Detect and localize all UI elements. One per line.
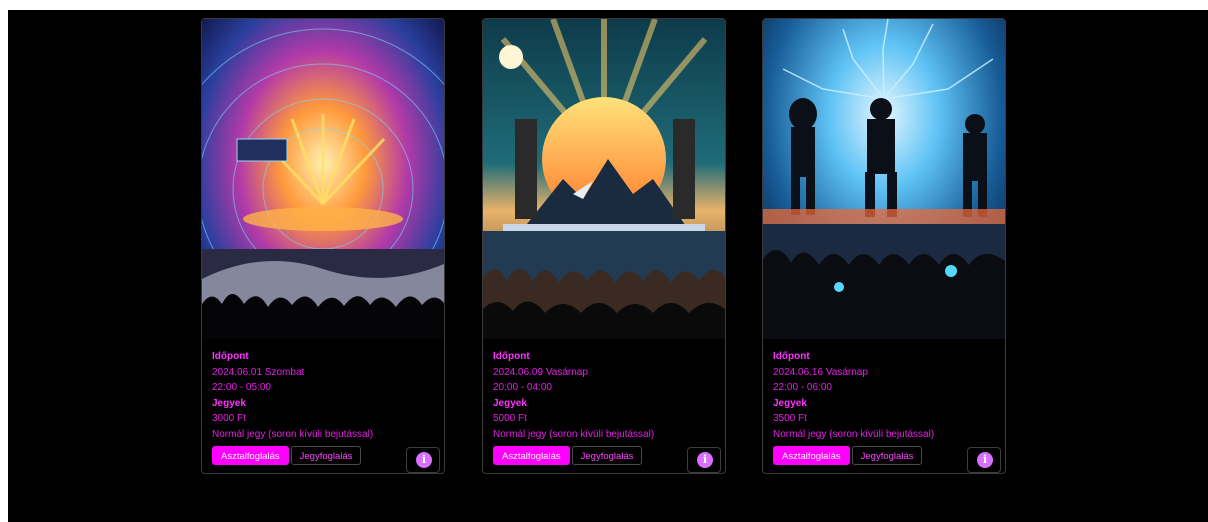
tickets-heading: Jegyek bbox=[773, 397, 807, 409]
time-heading: Időpont bbox=[773, 351, 810, 362]
event-hours: 20:00 - 04:00 bbox=[493, 382, 552, 393]
event-details: Időpont 2024.06.09 Vasárnap 20:00 - 04:0… bbox=[493, 349, 717, 442]
time-heading: Időpont bbox=[212, 351, 249, 362]
event-card: Időpont 2024.06.16 Vasárnap 22:00 - 06:0… bbox=[762, 18, 1006, 474]
event-image bbox=[483, 19, 725, 339]
table-booking-button[interactable]: Asztalfoglalás bbox=[493, 446, 570, 465]
tickets-heading: Jegyek bbox=[493, 397, 527, 409]
event-image bbox=[763, 19, 1005, 339]
card-actions: Asztalfoglalás Jegyfoglalás bbox=[212, 446, 362, 466]
card-actions: Asztalfoglalás Jegyfoglalás bbox=[773, 446, 923, 466]
event-date: 2024.06.09 Vasárnap bbox=[493, 366, 588, 378]
event-card: Időpont 2024.06.09 Vasárnap 20:00 - 04:0… bbox=[482, 18, 726, 474]
info-button[interactable]: i bbox=[406, 447, 440, 473]
ticket-type: Normál jegy (soron kívüli bejutással) bbox=[212, 428, 374, 440]
event-details: Időpont 2024.06.16 Vasárnap 22:00 - 06:0… bbox=[773, 349, 997, 442]
info-icon: i bbox=[697, 452, 713, 468]
info-button[interactable]: i bbox=[687, 447, 721, 473]
ticket-booking-button[interactable]: Jegyfoglalás bbox=[571, 446, 643, 465]
info-icon: i bbox=[977, 452, 993, 468]
table-booking-button[interactable]: Asztalfoglalás bbox=[212, 446, 289, 465]
ticket-price: 5000 Ft bbox=[493, 413, 527, 424]
time-heading: Időpont bbox=[493, 351, 530, 362]
event-card: Időpont 2024.06.01 Szombat 22:00 - 05:00… bbox=[201, 18, 445, 474]
card-actions: Asztalfoglalás Jegyfoglalás bbox=[493, 446, 643, 466]
event-hours: 22:00 - 06:00 bbox=[773, 382, 832, 393]
table-booking-button[interactable]: Asztalfoglalás bbox=[773, 446, 850, 465]
ticket-type: Normál jegy (soron kívüli bejutással) bbox=[773, 428, 935, 440]
tickets-heading: Jegyek bbox=[212, 397, 246, 409]
ticket-type: Normál jegy (soron kívüli bejutással) bbox=[493, 428, 655, 440]
event-image bbox=[202, 19, 444, 339]
info-icon: i bbox=[416, 452, 432, 468]
info-button[interactable]: i bbox=[967, 447, 1001, 473]
event-hours: 22:00 - 05:00 bbox=[212, 382, 271, 393]
event-details: Időpont 2024.06.01 Szombat 22:00 - 05:00… bbox=[212, 349, 436, 442]
event-date: 2024.06.16 Vasárnap bbox=[773, 366, 868, 378]
event-date: 2024.06.01 Szombat bbox=[212, 366, 305, 378]
ticket-price: 3000 Ft bbox=[212, 413, 246, 424]
event-grid: Időpont 2024.06.01 Szombat 22:00 - 05:00… bbox=[8, 10, 1208, 522]
ticket-booking-button[interactable]: Jegyfoglalás bbox=[851, 446, 923, 465]
ticket-booking-button[interactable]: Jegyfoglalás bbox=[290, 446, 362, 465]
ticket-price: 3500 Ft bbox=[773, 413, 807, 424]
